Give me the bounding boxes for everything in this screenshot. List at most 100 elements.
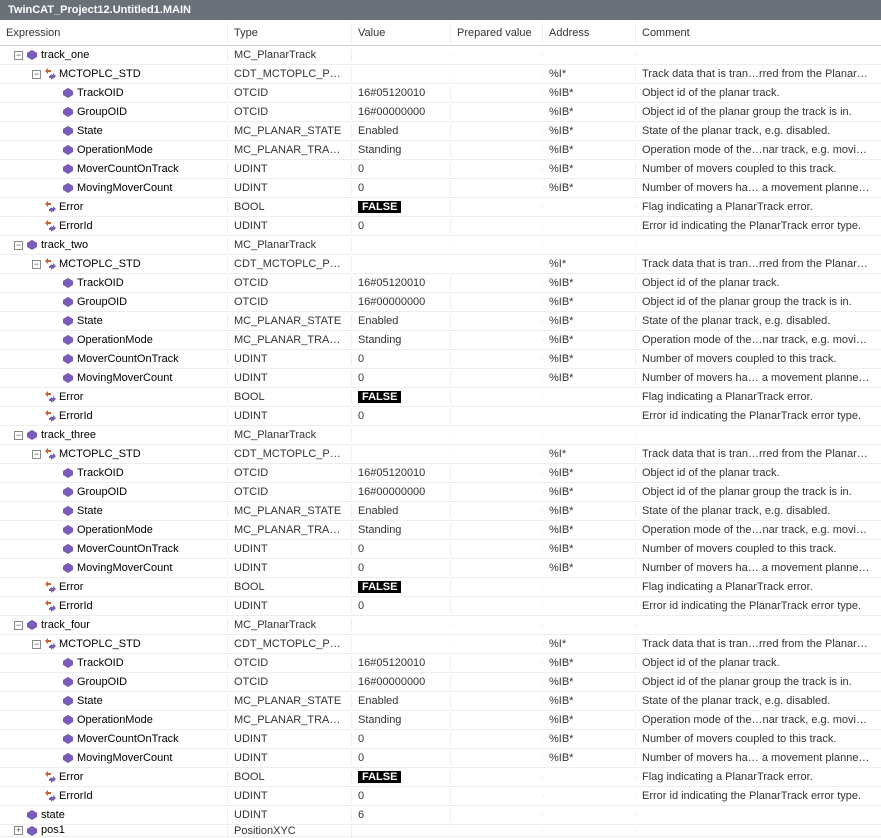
expander-icon[interactable]: − xyxy=(14,621,23,630)
table-row[interactable]: GroupOIDOTCID16#00000000%IB*Object id of… xyxy=(0,483,881,502)
expression-cell[interactable]: State xyxy=(0,694,228,708)
value-cell[interactable]: FALSE xyxy=(352,770,451,784)
table-row[interactable]: ErrorBOOLFALSEFlag indicating a PlanarTr… xyxy=(0,768,881,787)
table-row[interactable]: MovingMoverCountUDINT0%IB*Number of move… xyxy=(0,559,881,578)
value-cell[interactable]: 16#05120010 xyxy=(352,276,451,290)
value-cell[interactable]: 0 xyxy=(352,542,451,556)
prepared-cell[interactable] xyxy=(451,776,543,778)
table-row[interactable]: −MCTOPLC_STDCDT_MCTOPLC_PLA…%I*Track dat… xyxy=(0,635,881,654)
table-row[interactable]: OperationModeMC_PLANAR_TRACK…Standing%IB… xyxy=(0,521,881,540)
table-row[interactable]: ErrorBOOLFALSEFlag indicating a PlanarTr… xyxy=(0,388,881,407)
table-row[interactable]: MovingMoverCountUDINT0%IB*Number of move… xyxy=(0,369,881,388)
header-address[interactable]: Address xyxy=(543,23,636,43)
expression-cell[interactable]: Error xyxy=(0,770,228,784)
prepared-cell[interactable] xyxy=(451,434,543,436)
value-cell[interactable]: Enabled xyxy=(352,504,451,518)
expander-icon[interactable]: − xyxy=(32,640,41,649)
expression-cell[interactable]: Error xyxy=(0,200,228,214)
expression-cell[interactable]: ErrorId xyxy=(0,409,228,423)
expression-cell[interactable]: ErrorId xyxy=(0,789,228,803)
prepared-cell[interactable] xyxy=(451,491,543,493)
value-cell[interactable]: Enabled xyxy=(352,314,451,328)
table-row[interactable]: −MCTOPLC_STDCDT_MCTOPLC_PLA…%I*Track dat… xyxy=(0,255,881,274)
value-cell[interactable]: 16#00000000 xyxy=(352,675,451,689)
table-row[interactable]: −track_oneMC_PlanarTrack xyxy=(0,46,881,65)
table-row[interactable]: ErrorBOOLFALSEFlag indicating a PlanarTr… xyxy=(0,578,881,597)
value-cell[interactable]: 0 xyxy=(352,751,451,765)
table-row[interactable]: MoverCountOnTrackUDINT0%IB*Number of mov… xyxy=(0,730,881,749)
value-cell[interactable]: 0 xyxy=(352,599,451,613)
prepared-cell[interactable] xyxy=(451,586,543,588)
expander-icon[interactable]: − xyxy=(14,241,23,250)
prepared-cell[interactable] xyxy=(451,700,543,702)
value-cell[interactable]: 6 xyxy=(352,808,451,822)
expression-cell[interactable]: State xyxy=(0,314,228,328)
expression-cell[interactable]: +pos1 xyxy=(0,823,228,837)
expander-icon[interactable]: − xyxy=(14,51,23,60)
expression-cell[interactable]: GroupOID xyxy=(0,105,228,119)
table-row[interactable]: OperationModeMC_PLANAR_TRACK…Standing%IB… xyxy=(0,711,881,730)
expander-icon[interactable]: − xyxy=(32,450,41,459)
table-row[interactable]: +pos1PositionXYC xyxy=(0,825,881,837)
expression-cell[interactable]: −MCTOPLC_STD xyxy=(0,67,228,81)
prepared-cell[interactable] xyxy=(451,149,543,151)
expression-cell[interactable]: OperationMode xyxy=(0,333,228,347)
prepared-cell[interactable] xyxy=(451,529,543,531)
expression-cell[interactable]: −track_one xyxy=(0,48,228,62)
prepared-cell[interactable] xyxy=(451,415,543,417)
prepared-cell[interactable] xyxy=(451,396,543,398)
expression-cell[interactable]: −track_three xyxy=(0,428,228,442)
table-row[interactable]: TrackOIDOTCID16#05120010%IB*Object id of… xyxy=(0,84,881,103)
prepared-cell[interactable] xyxy=(451,795,543,797)
prepared-cell[interactable] xyxy=(451,567,543,569)
prepared-cell[interactable] xyxy=(451,358,543,360)
table-row[interactable]: ErrorIdUDINT0Error id indicating the Pla… xyxy=(0,787,881,806)
expression-cell[interactable]: MoverCountOnTrack xyxy=(0,162,228,176)
value-cell[interactable]: 0 xyxy=(352,219,451,233)
table-row[interactable]: ErrorBOOLFALSEFlag indicating a PlanarTr… xyxy=(0,198,881,217)
table-row[interactable]: StateMC_PLANAR_STATEEnabled%IB*State of … xyxy=(0,502,881,521)
prepared-cell[interactable] xyxy=(451,548,543,550)
expression-cell[interactable]: State xyxy=(0,124,228,138)
table-row[interactable]: −track_threeMC_PlanarTrack xyxy=(0,426,881,445)
prepared-cell[interactable] xyxy=(451,453,543,455)
prepared-cell[interactable] xyxy=(451,225,543,227)
table-row[interactable]: OperationModeMC_PLANAR_TRACK…Standing%IB… xyxy=(0,141,881,160)
value-cell[interactable]: 16#05120010 xyxy=(352,466,451,480)
value-cell[interactable]: Enabled xyxy=(352,694,451,708)
table-row[interactable]: ErrorIdUDINT0Error id indicating the Pla… xyxy=(0,597,881,616)
value-cell[interactable]: FALSE xyxy=(352,390,451,404)
prepared-cell[interactable] xyxy=(451,681,543,683)
expression-cell[interactable]: −MCTOPLC_STD xyxy=(0,257,228,271)
table-row[interactable]: TrackOIDOTCID16#05120010%IB*Object id of… xyxy=(0,464,881,483)
expression-cell[interactable]: TrackOID xyxy=(0,86,228,100)
header-type[interactable]: Type xyxy=(228,23,352,43)
expression-cell[interactable]: OperationMode xyxy=(0,523,228,537)
table-row[interactable]: StateMC_PLANAR_STATEEnabled%IB*State of … xyxy=(0,312,881,331)
prepared-cell[interactable] xyxy=(451,624,543,626)
prepared-cell[interactable] xyxy=(451,339,543,341)
value-cell[interactable]: Standing xyxy=(352,143,451,157)
header-value[interactable]: Value xyxy=(352,23,451,43)
value-cell[interactable]: 16#00000000 xyxy=(352,295,451,309)
expression-cell[interactable]: OperationMode xyxy=(0,143,228,157)
expression-cell[interactable]: MovingMoverCount xyxy=(0,751,228,765)
prepared-cell[interactable] xyxy=(451,263,543,265)
prepared-cell[interactable] xyxy=(451,244,543,246)
table-row[interactable]: GroupOIDOTCID16#00000000%IB*Object id of… xyxy=(0,673,881,692)
expression-cell[interactable]: MovingMoverCount xyxy=(0,181,228,195)
expression-cell[interactable]: GroupOID xyxy=(0,295,228,309)
value-cell[interactable] xyxy=(352,643,451,645)
header-comment[interactable]: Comment xyxy=(636,23,881,43)
prepared-cell[interactable] xyxy=(451,643,543,645)
expression-cell[interactable]: MoverCountOnTrack xyxy=(0,352,228,366)
expression-cell[interactable]: ErrorId xyxy=(0,599,228,613)
table-row[interactable]: −MCTOPLC_STDCDT_MCTOPLC_PLA…%I*Track dat… xyxy=(0,445,881,464)
value-cell[interactable]: 16#00000000 xyxy=(352,105,451,119)
value-cell[interactable] xyxy=(352,244,451,246)
prepared-cell[interactable] xyxy=(451,73,543,75)
expander-icon[interactable]: − xyxy=(32,260,41,269)
value-cell[interactable]: 16#00000000 xyxy=(352,485,451,499)
expander-icon[interactable]: + xyxy=(14,826,23,835)
value-cell[interactable]: 0 xyxy=(352,732,451,746)
